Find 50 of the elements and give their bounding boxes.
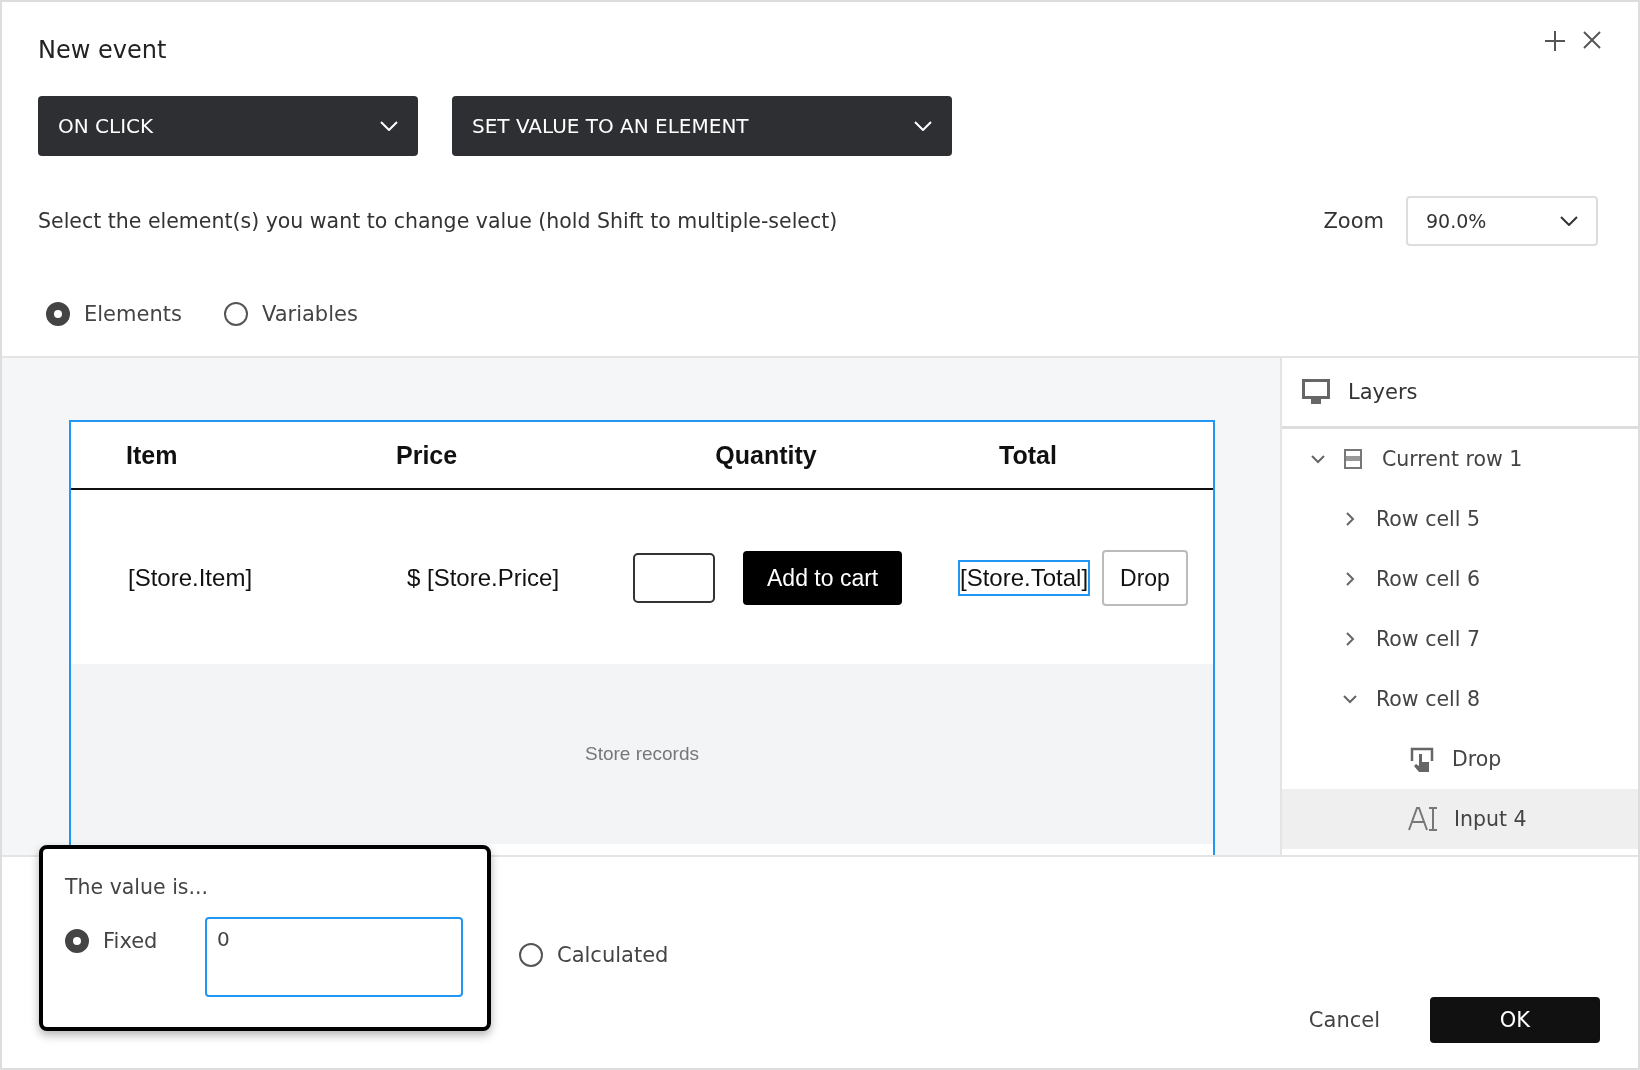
table-cell[interactable]: [Store.Item] xyxy=(126,560,255,595)
plus-icon[interactable] xyxy=(1544,30,1566,52)
instruction-text: Select the element(s) you want to change value (hold Shift to multiple-select) xyxy=(38,209,839,233)
layer-item[interactable]: Row cell 5 xyxy=(1282,489,1638,549)
layer-label: Drop xyxy=(1452,747,1502,771)
records-label: Store records xyxy=(584,743,699,765)
layer-item[interactable]: Row cell 6 xyxy=(1282,549,1638,609)
zoom-dropdown[interactable]: 90.0% xyxy=(1406,196,1598,246)
chevron-down-icon xyxy=(1560,216,1578,226)
panel-title: The value is... xyxy=(65,875,210,899)
trigger-dropdown[interactable]: ON CLICK xyxy=(38,96,418,156)
rows-icon xyxy=(1344,449,1362,469)
pointer-button-icon xyxy=(1408,745,1436,773)
cancel-button[interactable]: Cancel xyxy=(1302,1007,1386,1033)
zoom-label: Zoom xyxy=(1323,209,1384,233)
ok-button[interactable]: OK xyxy=(1430,997,1600,1043)
layer-label: Row cell 7 xyxy=(1376,627,1480,651)
layer-item[interactable]: Row cell 8 xyxy=(1282,669,1638,729)
column-header: Price xyxy=(395,440,459,470)
dialog-title: New event xyxy=(38,36,167,64)
layers-title: Layers xyxy=(1348,380,1418,404)
layer-item[interactable]: Row cell 7 xyxy=(1282,609,1638,669)
layer-label: Row cell 5 xyxy=(1376,507,1480,531)
table-frame[interactable]: Item Price Quantity Total [Store.Item] $ [Store.Price] Add to cart [Store.Total] Drop Store records xyxy=(69,420,1215,855)
table-cell[interactable]: $ [Store.Price] xyxy=(405,560,562,595)
radio-option[interactable]: Variables xyxy=(223,302,358,326)
layer-item[interactable]: Current row 1 xyxy=(1282,429,1638,489)
monitor-icon xyxy=(1302,379,1330,405)
add-to-cart-button[interactable]: Add to cart xyxy=(743,551,903,605)
text-input-icon xyxy=(1408,807,1438,831)
layer-label: Current row 1 xyxy=(1382,447,1523,471)
radio-option[interactable]: Fixed xyxy=(65,929,158,953)
quantity-field[interactable] xyxy=(633,553,715,603)
layer-item[interactable]: Drop xyxy=(1282,729,1638,789)
column-header: Total xyxy=(998,440,1058,470)
chevron-down-icon xyxy=(914,121,932,131)
close-icon[interactable] xyxy=(1582,30,1602,50)
radio-option[interactable]: Calculated xyxy=(519,943,669,967)
layer-label: Input 4 xyxy=(1454,807,1527,831)
table-cell[interactable]: [Store.Total] xyxy=(958,560,1091,596)
chevron-down-icon xyxy=(380,121,398,131)
drop-button[interactable]: Drop xyxy=(1102,550,1188,606)
radio-option[interactable]: Elements xyxy=(46,302,182,326)
action-dropdown[interactable]: SET VALUE TO AN ELEMENT xyxy=(452,96,952,156)
layer-label: Row cell 6 xyxy=(1376,567,1480,591)
column-header: Item xyxy=(125,440,179,470)
value-field[interactable]: 0 xyxy=(205,917,463,997)
column-header: Quantity xyxy=(714,440,818,470)
layer-label: Row cell 8 xyxy=(1376,687,1480,711)
layer-item[interactable]: Input 4 xyxy=(1282,789,1638,849)
